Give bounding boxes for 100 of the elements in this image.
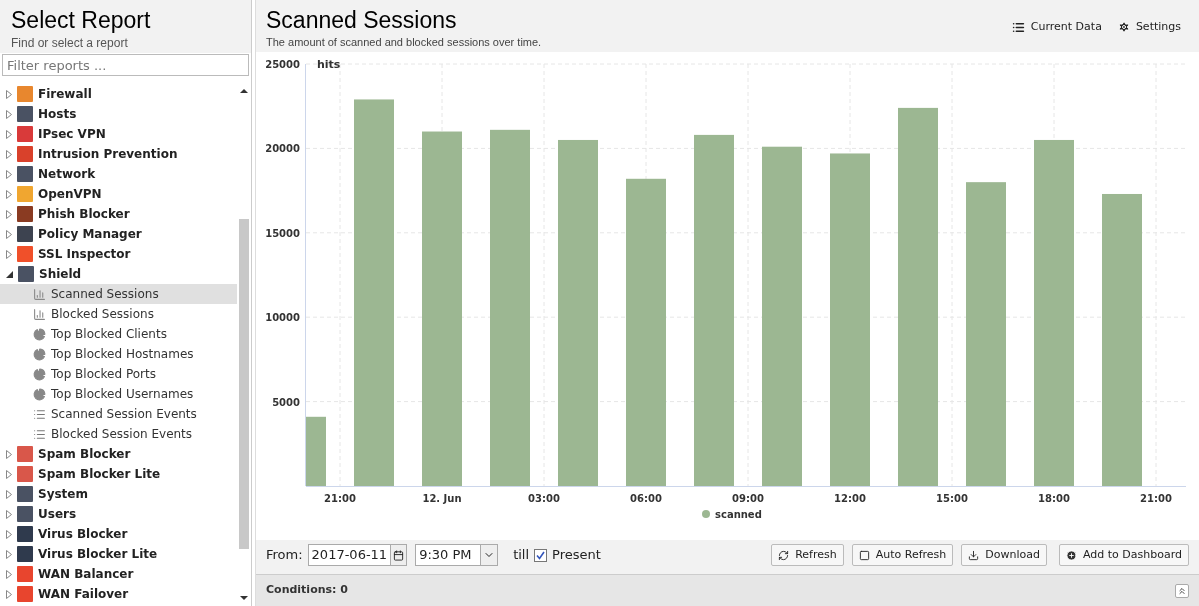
refresh-icon <box>778 549 790 561</box>
x-tick-label: 18:00 <box>1038 493 1070 504</box>
tree-item-label: Users <box>38 506 77 523</box>
tree-item-label: Scanned Sessions <box>51 286 159 303</box>
tree-item-label: Spam Blocker Lite <box>38 466 161 483</box>
tree-item[interactable]: Policy Manager <box>0 224 237 244</box>
collapse-arrow-icon[interactable] <box>6 270 13 278</box>
legend-label: scanned <box>715 509 762 520</box>
y-tick-label: 25000 <box>265 59 300 70</box>
tree-item-label: OpenVPN <box>38 186 102 203</box>
conditions-label: Conditions: 0 <box>266 582 348 599</box>
y-tick-label: 15000 <box>265 227 300 239</box>
tree-item[interactable]: Top Blocked Clients <box>0 324 237 344</box>
checkbox-icon <box>858 549 870 561</box>
tree-item[interactable]: Blocked Sessions <box>0 304 237 324</box>
x-tick-label: 09:00 <box>732 493 764 504</box>
toolbar-button[interactable]: Refresh <box>771 544 844 566</box>
scrollbar-thumb[interactable] <box>239 219 249 549</box>
x-tick-label: 06:00 <box>630 493 662 504</box>
toolbar-button[interactable]: Add to Dashboard <box>1059 544 1189 566</box>
bar-chart-icon <box>33 307 46 321</box>
toolbar-button[interactable]: Auto Refresh <box>851 544 954 566</box>
conditions-bar[interactable]: Conditions: 0 <box>256 574 1199 606</box>
tree-item-label: WAN Balancer <box>38 566 134 583</box>
bar <box>306 416 326 486</box>
tree-item-label: SSL Inspector <box>38 246 131 263</box>
x-tick-label: 15:00 <box>936 493 968 504</box>
present-checkbox[interactable] <box>534 548 548 562</box>
tree-item-label: Firewall <box>38 86 92 103</box>
current-data-button[interactable]: Current Data <box>1011 19 1102 35</box>
tree-item[interactable]: Virus Blocker Lite <box>0 544 237 564</box>
scroll-down-icon[interactable] <box>240 596 248 600</box>
tree-item-label: Intrusion Prevention <box>38 146 178 163</box>
toolbar-button[interactable]: Download <box>961 544 1047 566</box>
sidebar-subtitle: Find or select a report <box>11 35 129 52</box>
list-icon <box>33 427 46 441</box>
calendar-icon[interactable] <box>393 549 405 561</box>
filter-field[interactable]: Filter reports ... <box>2 54 249 76</box>
till-label: till <box>513 546 530 565</box>
tree-item-label: Policy Manager <box>38 226 142 243</box>
tree-item[interactable]: Hosts <box>0 104 237 124</box>
tree-item-label: Virus Blocker <box>38 526 128 543</box>
tree-item[interactable]: Firewall <box>0 84 237 104</box>
tree-item-label: Top Blocked Clients <box>51 326 167 343</box>
tree-item[interactable]: Intrusion Prevention <box>0 144 237 164</box>
tree-item[interactable]: Top Blocked Usernames <box>0 384 237 404</box>
tree-item-label: Phish Blocker <box>38 206 130 223</box>
collapse-button[interactable] <box>1175 583 1189 598</box>
tree-item-label: Scanned Session Events <box>51 406 197 423</box>
list-icon <box>1011 20 1025 34</box>
tree-item[interactable]: Users <box>0 504 237 524</box>
report-description: The amount of scanned and blocked sessions over time. <box>266 35 542 50</box>
tree-item[interactable]: Spam Blocker <box>0 444 237 464</box>
tree-item[interactable]: Network <box>0 164 237 184</box>
tree-item[interactable]: Spam Blocker Lite <box>0 464 237 484</box>
scroll-up-icon[interactable] <box>240 89 248 93</box>
tree-item[interactable]: Top Blocked Ports <box>0 364 237 384</box>
tree-item[interactable]: Virus Blocker <box>0 524 237 544</box>
list-icon <box>33 407 46 421</box>
y-tick-label: 5000 <box>272 396 300 408</box>
pie-chart-icon <box>33 387 46 401</box>
tree-item-label: Blocked Sessions <box>51 306 154 323</box>
add-icon <box>1066 549 1077 561</box>
tree-item-label: IPsec VPN <box>38 126 106 143</box>
tree-item[interactable]: Scanned Sessions <box>0 284 237 304</box>
tree-item-label: Shield <box>39 266 82 283</box>
tree-item-label: Top Blocked Hostnames <box>51 346 194 363</box>
tree-item[interactable]: Shield <box>0 264 237 284</box>
tree-item-label: Top Blocked Ports <box>51 366 156 383</box>
tree-item[interactable]: Scanned Session Events <box>0 404 237 424</box>
tree-item[interactable]: IPsec VPN <box>0 124 237 144</box>
date-field[interactable]: 2017-06-11 <box>307 544 408 566</box>
tree-item-label: Hosts <box>38 106 77 123</box>
tree-item[interactable]: SSL Inspector <box>0 244 237 264</box>
present-label: Present <box>552 546 601 565</box>
tree-item[interactable]: Top Blocked Hostnames <box>0 344 237 364</box>
pie-chart-icon <box>33 367 46 381</box>
tree-item[interactable]: OpenVPN <box>0 184 237 204</box>
settings-button[interactable]: Settings <box>1117 19 1181 35</box>
tree-item-label: Virus Blocker Lite <box>38 546 158 563</box>
x-tick-label: 03:00 <box>528 493 560 504</box>
time-field[interactable]: 9:30 PM <box>415 544 499 566</box>
tree-item[interactable]: System <box>0 484 237 504</box>
bar-chart-icon <box>33 287 46 301</box>
sidebar-title: Select Report <box>11 6 152 34</box>
report-title: Scanned Sessions <box>266 6 458 34</box>
tree-item[interactable]: Phish Blocker <box>0 204 237 224</box>
y-tick-label: 20000 <box>265 143 300 155</box>
pie-chart-icon <box>33 347 46 361</box>
pie-chart-icon <box>33 327 46 341</box>
download-icon <box>968 549 980 561</box>
tree-item[interactable]: WAN Failover <box>0 584 237 604</box>
tree-item[interactable]: Blocked Session Events <box>0 424 237 444</box>
settings-icon <box>1117 21 1130 33</box>
tree-item-label: Network <box>38 166 96 183</box>
tree-item[interactable]: WAN Balancer <box>0 564 237 584</box>
from-label: From: <box>266 546 303 565</box>
x-tick-label: 21:00 <box>324 493 356 504</box>
y-axis-label: hits <box>317 58 341 71</box>
x-tick-label: 12. Jun <box>422 493 462 504</box>
